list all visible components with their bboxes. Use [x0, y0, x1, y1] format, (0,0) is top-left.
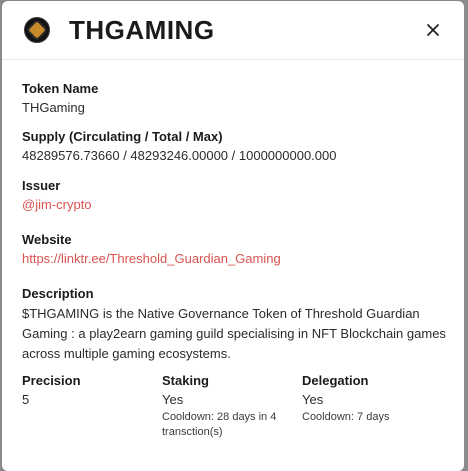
close-icon[interactable]: [426, 23, 440, 37]
website-label: Website: [22, 232, 72, 247]
delegation-field: Delegation Yes Cooldown: 7 days: [302, 373, 442, 425]
description-value: $THGAMING is the Native Governance Token…: [22, 306, 446, 361]
token-info-modal: THGAMING Token Name THGaming Supply (Cir…: [2, 1, 464, 471]
delegation-label: Delegation: [302, 373, 369, 388]
supply-field: Supply (Circulating / Total / Max) 48289…: [22, 129, 336, 164]
issuer-label: Issuer: [22, 178, 61, 193]
logo-emblem: [28, 21, 46, 39]
supply-label: Supply (Circulating / Total / Max): [22, 129, 223, 144]
description-field: Description $THGAMING is the Native Gove…: [22, 286, 452, 364]
thgaming-logo-icon: [24, 17, 50, 43]
description-label: Description: [22, 286, 94, 301]
token-name-label: Token Name: [22, 81, 99, 96]
staking-field: Staking Yes Cooldown: 28 days in 4 trans…: [162, 373, 297, 440]
website-field: Website https://linktr.ee/Threshold_Guar…: [22, 232, 281, 267]
precision-value: 5: [22, 392, 30, 407]
token-name-field: Token Name THGaming: [22, 81, 98, 116]
staking-cooldown: Cooldown: 28 days in 4 transction(s): [162, 411, 277, 438]
delegation-cooldown: Cooldown: 7 days: [302, 411, 390, 423]
staking-label: Staking: [162, 373, 209, 388]
issuer-link[interactable]: @jim-crypto: [22, 197, 92, 212]
modal-header: THGAMING: [2, 1, 464, 60]
modal-title: THGAMING: [69, 15, 215, 45]
staking-value: Yes: [162, 392, 184, 407]
delegation-value: Yes: [302, 392, 324, 407]
supply-value: 48289576.73660 / 48293246.00000 / 100000…: [22, 148, 337, 163]
precision-label: Precision: [22, 373, 81, 388]
website-link[interactable]: https://linktr.ee/Threshold_Guardian_Gam…: [22, 251, 281, 266]
token-name-value: THGaming: [22, 100, 85, 115]
precision-field: Precision 5: [22, 373, 81, 408]
issuer-field: Issuer @jim-crypto: [22, 178, 92, 213]
